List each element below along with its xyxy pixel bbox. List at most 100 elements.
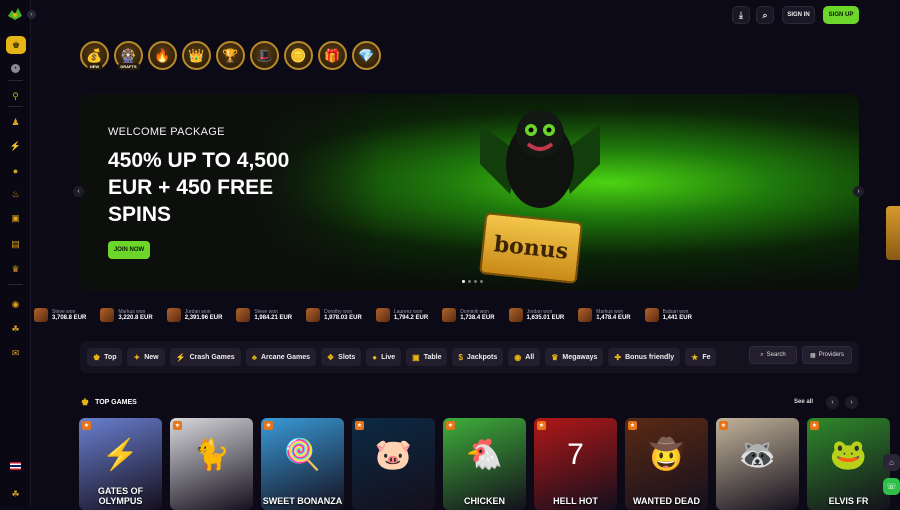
promo-crown-icon[interactable]: 👑 — [182, 41, 211, 70]
hero-prev-arrow-icon[interactable]: ‹ — [73, 186, 84, 197]
filter-label: Jackpots — [466, 353, 498, 361]
filter-chip-slots[interactable]: ❖ Slots — [320, 348, 362, 366]
game-card[interactable]: ★ ⚡ GATES OF OLYMPUS — [79, 418, 162, 510]
filter-chip-bonus-friendly[interactable]: ✚ Bonus friendly — [608, 348, 681, 366]
games-prev-arrow-icon[interactable]: ‹ — [826, 396, 839, 409]
game-thumbnail — [375, 308, 390, 322]
sidebar-item-chat-icon[interactable]: • — [11, 64, 20, 73]
sidebar-item-coins-icon[interactable]: ● — [9, 164, 22, 177]
sidebar-item-bag-icon[interactable]: ♟ — [9, 116, 22, 129]
promo-gift-icon[interactable]: 🎁 — [318, 41, 347, 70]
sign-up-button[interactable]: SIGN UP — [823, 6, 859, 24]
filter-icon: ◉ — [514, 352, 522, 362]
dragon-illustration — [480, 110, 600, 208]
win-amount: 2,391.96 EUR — [184, 315, 223, 321]
win-item[interactable]: Balsan won 1,441 EUR — [644, 305, 692, 325]
promo-trophy-icon[interactable]: 🏆 — [216, 41, 245, 70]
win-amount: 1,978.03 EUR — [324, 315, 362, 321]
game-thumbnail — [508, 308, 523, 322]
join-now-button[interactable]: JOIN NOW — [108, 241, 150, 259]
providers-label: Providers — [818, 352, 844, 358]
promo-gem-icon[interactable]: 💎 — [352, 41, 381, 70]
game-thumbnail — [34, 308, 48, 322]
game-card[interactable]: ★ 🐔 CHICKEN — [443, 418, 526, 510]
see-all-link[interactable]: See all — [794, 399, 813, 405]
win-item[interactable]: Steve won 1,984.21 EUR — [236, 305, 292, 325]
sidebar-item-gift-icon[interactable]: ▣ — [9, 212, 22, 225]
sidebar-item-treasure-icon[interactable]: ▤ — [9, 238, 22, 251]
sidebar-toggle-icon[interactable]: › — [27, 10, 36, 19]
category-filters: ♚ Top ✦ New ⚡ Crash Games ♣ Arcane Games ❖ Slots ●… — [80, 341, 859, 373]
filter-chip-arcane-games[interactable]: ♣ Arcane Games — [245, 348, 316, 366]
game-card[interactable]: ★ 🦝 — [716, 418, 799, 510]
win-item[interactable]: Markus won 1,478.4 EUR — [578, 305, 631, 325]
win-item[interactable]: Steve won 3,708.8 EUR — [34, 305, 86, 325]
filter-chip-live[interactable]: ● Live — [366, 348, 402, 366]
sidebar-item-lollipop-icon[interactable]: ⚲ — [9, 90, 22, 103]
filter-label: Fe — [702, 353, 711, 361]
hero-next-arrow-icon[interactable]: › — [853, 186, 864, 197]
gem-icon: 💎 — [358, 47, 375, 63]
sidebar-item-home-crown-icon[interactable]: ♚ — [6, 36, 26, 54]
language-flag-icon[interactable] — [10, 462, 21, 470]
filter-label: Top — [104, 353, 117, 361]
sign-in-button[interactable]: SIGN IN — [782, 6, 815, 24]
brand-logo[interactable] — [6, 6, 24, 22]
filter-chip-crash-games[interactable]: ⚡ Crash Games — [169, 348, 241, 366]
filter-chip-all[interactable]: ◉ All — [508, 348, 541, 366]
win-item[interactable]: Markus won 3,220.8 EUR — [100, 305, 153, 325]
games-next-arrow-icon[interactable]: › — [845, 396, 858, 409]
win-item[interactable]: Jordan won 1,635.01 EUR — [508, 305, 564, 325]
promo-wheel-icon[interactable]: 🎡 DRAFTS — [114, 41, 143, 70]
win-item[interactable]: Dominik won 1,738.4 EUR — [442, 305, 495, 325]
game-thumbnail — [236, 308, 251, 322]
hero-dot[interactable] — [474, 280, 477, 283]
promo-hat-icon[interactable]: 🎩 — [250, 41, 279, 70]
sidebar-item-bonus-icon[interactable]: ✉ — [9, 347, 22, 360]
sidebar-item-leprechaun-bottom-icon[interactable]: ☘ — [9, 488, 22, 501]
filter-chip-new[interactable]: ✦ New — [127, 348, 165, 366]
search-icon[interactable]: ⌕ — [756, 6, 774, 24]
filter-chip-fe[interactable]: ★ Fe — [685, 348, 717, 366]
filter-label: Bonus friendly — [625, 353, 675, 361]
hero-dot[interactable] — [480, 280, 483, 283]
game-thumbnail — [100, 308, 115, 322]
hero-dot[interactable] — [462, 280, 465, 283]
support-chat-icon[interactable]: ☏ — [883, 478, 900, 495]
filter-chip-megaways[interactable]: ♛ Megaways — [545, 348, 604, 366]
sidebar-item-bolt-icon[interactable]: ⚡ — [9, 140, 22, 153]
game-card[interactable]: ★ 🐸 ELVIS FR — [807, 418, 890, 510]
sidebar-item-chip-icon[interactable]: ◉ — [9, 298, 22, 311]
game-card[interactable]: ★ 7 HELL HOT — [534, 418, 617, 510]
side-promo-tab[interactable] — [886, 206, 900, 260]
games-search-button[interactable]: ⌕ Search — [749, 346, 797, 364]
search-icon: ⌕ — [760, 351, 764, 358]
game-card[interactable]: ★ 🐷 — [352, 418, 435, 510]
filter-chip-jackpots[interactable]: $ Jackpots — [452, 348, 504, 366]
sidebar-item-crown-small-icon[interactable]: ♛ — [9, 263, 22, 276]
sidebar-item-fire-icon[interactable]: ♨ — [9, 188, 22, 201]
notifications-icon[interactable]: ⌂ — [883, 454, 900, 471]
game-card[interactable]: ★ 🐈 — [170, 418, 253, 510]
hero-dot[interactable] — [468, 280, 471, 283]
promo-coins-icon[interactable]: 🪙 — [284, 41, 313, 70]
game-art: ⚡ — [101, 438, 140, 472]
filter-icon: ▣ — [412, 352, 420, 362]
game-art: 🦝 — [738, 438, 777, 472]
promo-flame-icon[interactable]: 🔥 — [148, 41, 177, 70]
sidebar-item-leprechaun-icon[interactable]: ☘ — [9, 323, 22, 336]
win-item[interactable]: Jordan won 2,391.96 EUR — [166, 305, 223, 325]
provider-badge-icon: ★ — [355, 421, 364, 430]
hero-banner[interactable]: bonus WELCOME PACKAGE 450% UP TO 4,500 E… — [80, 94, 859, 291]
download-icon[interactable]: ⤓ — [732, 6, 750, 24]
win-item[interactable]: Laurenz won 1,794.2 EUR — [375, 305, 428, 325]
win-amount: 1,984.21 EUR — [254, 315, 293, 321]
filter-chip-table[interactable]: ▣ Table — [406, 348, 448, 366]
promo-treasure-icon[interactable]: 💰 NEW — [80, 41, 109, 70]
game-card[interactable]: ★ 🤠 WANTED DEAD — [625, 418, 708, 510]
game-card[interactable]: ★ 🍭 SWEET BONANZA — [261, 418, 344, 510]
filter-chip-top[interactable]: ♚ Top — [87, 348, 123, 366]
providers-button[interactable]: ▦ Providers — [802, 346, 852, 364]
top-games-header: ♚ TOP GAMES — [81, 397, 137, 408]
win-item[interactable]: Dorothy won 1,978.03 EUR — [306, 305, 362, 325]
